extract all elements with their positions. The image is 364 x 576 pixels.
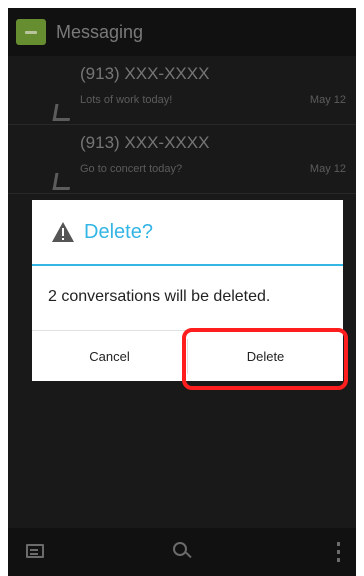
search-icon[interactable] — [173, 542, 187, 556]
dialog-header: Delete? — [32, 200, 343, 266]
cancel-button[interactable]: Cancel — [32, 331, 187, 382]
dialog-message: 2 conversations will be deleted. — [48, 288, 271, 305]
phone-screen: Messaging (913) XXX-XXXX Lots of work to… — [8, 8, 356, 576]
warning-icon — [52, 222, 74, 242]
bottom-action-bar — [8, 528, 356, 576]
delete-button-highlight — [182, 328, 348, 390]
dialog-title: Delete? — [84, 220, 153, 243]
overflow-menu-icon[interactable] — [337, 542, 340, 562]
compose-icon[interactable] — [26, 544, 44, 558]
